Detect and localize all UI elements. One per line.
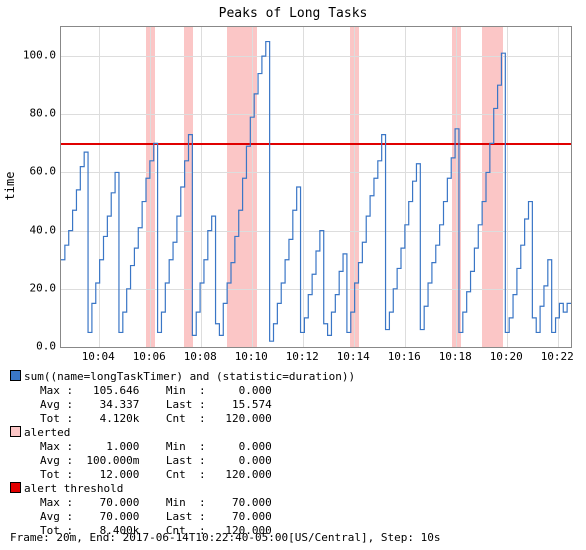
chart-title: Peaks of Long Tasks [0,0,586,21]
legend-stats: Max : 70.000 Min : 70.000 [10,496,355,510]
legend-label: alerted [24,426,70,439]
frame-info: Frame: 20m, End: 2017-06-14T10:22:40-05:… [10,531,440,544]
legend-stats: Max : 1.000 Min : 0.000 [10,440,355,454]
legend-stats: Avg : 100.000m Last : 0.000 [10,454,355,468]
x-tick: 10:22 [541,350,574,363]
x-tick: 10:16 [388,350,421,363]
x-tick: 10:18 [439,350,472,363]
legend-label: alert threshold [24,482,123,495]
legend: sum((name=longTaskTimer) and (statistic=… [10,370,355,538]
y-tick: 100.0 [16,49,56,62]
x-tick: 10:20 [490,350,523,363]
x-tick: 10:10 [235,350,268,363]
legend-stats: Max : 105.646 Min : 0.000 [10,384,355,398]
x-tick: 10:06 [133,350,166,363]
legend-stats: Tot : 12.000 Cnt : 120.000 [10,468,355,482]
legend-swatch [10,370,21,381]
y-axis-label: time [3,172,17,201]
legend-label: sum((name=longTaskTimer) and (statistic=… [24,370,355,383]
legend-stats: Tot : 4.120k Cnt : 120.000 [10,412,355,426]
legend-stats: Avg : 70.000 Last : 70.000 [10,510,355,524]
chart-container: Peaks of Long Tasks time sum((name=longT… [0,0,586,550]
y-tick: 0.0 [16,340,56,353]
legend-swatch [10,426,21,437]
y-tick: 20.0 [16,281,56,294]
x-tick: 10:14 [337,350,370,363]
x-tick: 10:12 [286,350,319,363]
x-tick: 10:08 [184,350,217,363]
plot-area [60,26,572,348]
legend-stats: Avg : 34.337 Last : 15.574 [10,398,355,412]
series-line [61,42,571,342]
x-tick: 10:04 [82,350,115,363]
y-tick: 80.0 [16,107,56,120]
legend-swatch [10,482,21,493]
y-tick: 60.0 [16,165,56,178]
y-tick: 40.0 [16,223,56,236]
